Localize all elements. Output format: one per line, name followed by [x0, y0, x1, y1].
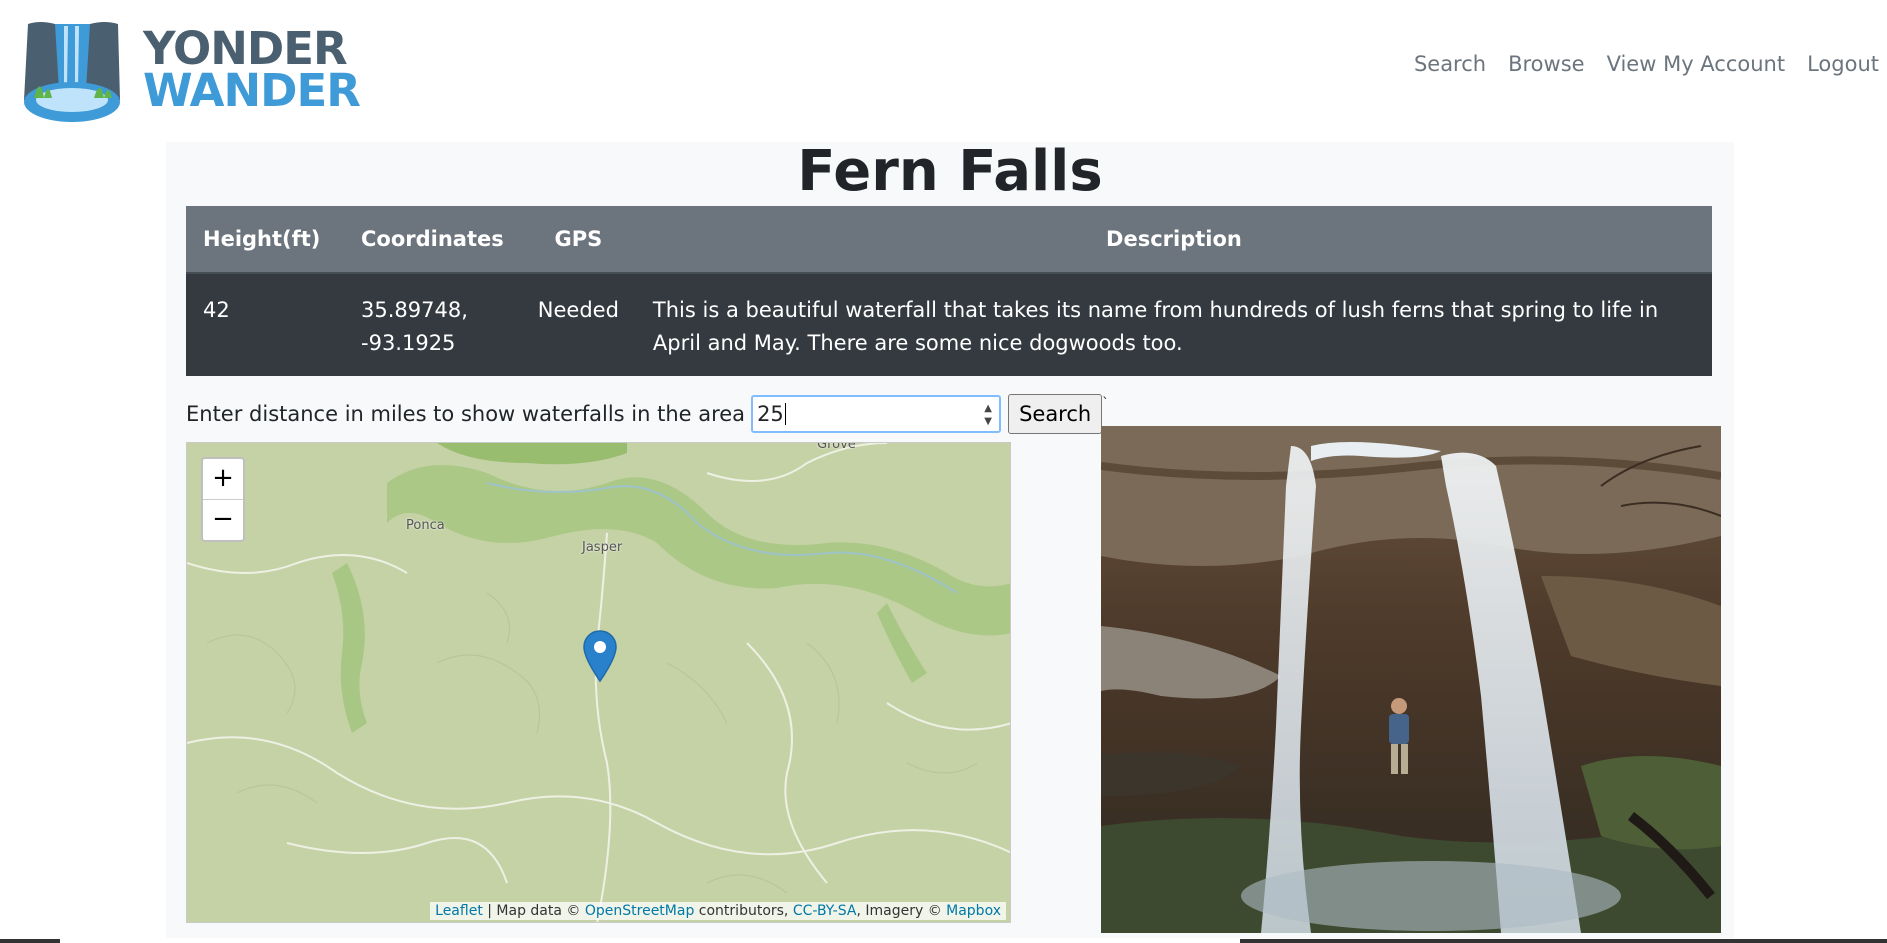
osm-link[interactable]: OpenStreetMap — [585, 903, 694, 919]
waterfall-logo-icon — [24, 22, 120, 122]
spinner-down-icon[interactable]: ▼ — [981, 415, 995, 428]
table-row: 42 35.89748, -93.1925 Needed This is a b… — [186, 273, 1712, 376]
cell-coordinates: 35.89748, -93.1925 — [344, 273, 521, 376]
header-coordinates: Coordinates — [344, 206, 521, 274]
nav-search-link[interactable]: Search — [1414, 52, 1486, 76]
place-label-ponca: Ponca — [406, 518, 445, 533]
nav-logout-link[interactable]: Logout — [1807, 52, 1879, 76]
nav-account-link[interactable]: View My Account — [1607, 52, 1786, 76]
scrollbar-segment-left — [0, 939, 60, 943]
header-description: Description — [635, 206, 1712, 274]
cell-height: 42 — [186, 273, 344, 376]
text-cursor — [784, 403, 786, 425]
bottom-scrollbar — [0, 938, 1887, 943]
attribution-text-1: | Map data © — [482, 903, 585, 919]
stray-backtick: ` — [1102, 396, 1109, 412]
distance-label: Enter distance in miles to show waterfal… — [186, 402, 746, 426]
waterfall-photo — [1101, 426, 1721, 933]
table-header-row: Height(ft) Coordinates GPS Description — [186, 206, 1712, 274]
waterfall-image — [1101, 426, 1721, 933]
brand-logo[interactable]: YONDER WANDER — [20, 20, 361, 126]
map-attribution: Leaflet | Map data © OpenStreetMap contr… — [430, 902, 1006, 920]
distance-search-button[interactable]: Search — [1008, 394, 1103, 434]
license-link[interactable]: CC-BY-SA — [793, 903, 857, 919]
spinner-up-icon[interactable]: ▲ — [981, 402, 995, 415]
distance-value: 25 — [757, 402, 784, 426]
attribution-text-3: , Imagery © — [856, 903, 947, 919]
place-label-jasper: Jasper — [582, 540, 623, 555]
brand-wordmark: YONDER WANDER — [143, 26, 361, 117]
number-spinner[interactable]: ▲ ▼ — [981, 402, 995, 428]
leaflet-link[interactable]: Leaflet — [435, 903, 483, 919]
main-content: Fern Falls Height(ft) Coordinates GPS De… — [166, 139, 1734, 943]
header-height: Height(ft) — [186, 206, 344, 274]
place-label-grove: Grove — [817, 442, 856, 452]
mapbox-link[interactable]: Mapbox — [946, 903, 1001, 919]
page-title: Fern Falls — [797, 139, 1103, 204]
distance-search-form: Enter distance in miles to show waterfal… — [186, 394, 1103, 434]
waterfall-info-table: Height(ft) Coordinates GPS Description 4… — [186, 206, 1712, 376]
cell-description: This is a beautiful waterfall that takes… — [635, 273, 1712, 376]
waterfall-map[interactable]: Ponca Jasper Grove + − Leaflet | Map dat… — [186, 442, 1011, 923]
map-terrain — [187, 443, 1010, 922]
brand-line-2: WANDER — [143, 64, 361, 117]
cell-gps: Needed — [520, 273, 636, 376]
zoom-out-button[interactable]: − — [203, 500, 243, 540]
zoom-in-button[interactable]: + — [203, 459, 243, 500]
attribution-text-2: contributors, — [694, 903, 793, 919]
distance-input[interactable]: 25 ▲ ▼ — [751, 395, 1002, 433]
map-zoom-control: + − — [201, 457, 245, 542]
nav-browse-link[interactable]: Browse — [1508, 52, 1584, 76]
scrollbar-segment-right — [1240, 939, 1887, 943]
header-gps: GPS — [520, 206, 636, 274]
map-marker-icon[interactable] — [582, 629, 618, 683]
top-nav: Search Browse View My Account Logout — [1414, 52, 1887, 76]
